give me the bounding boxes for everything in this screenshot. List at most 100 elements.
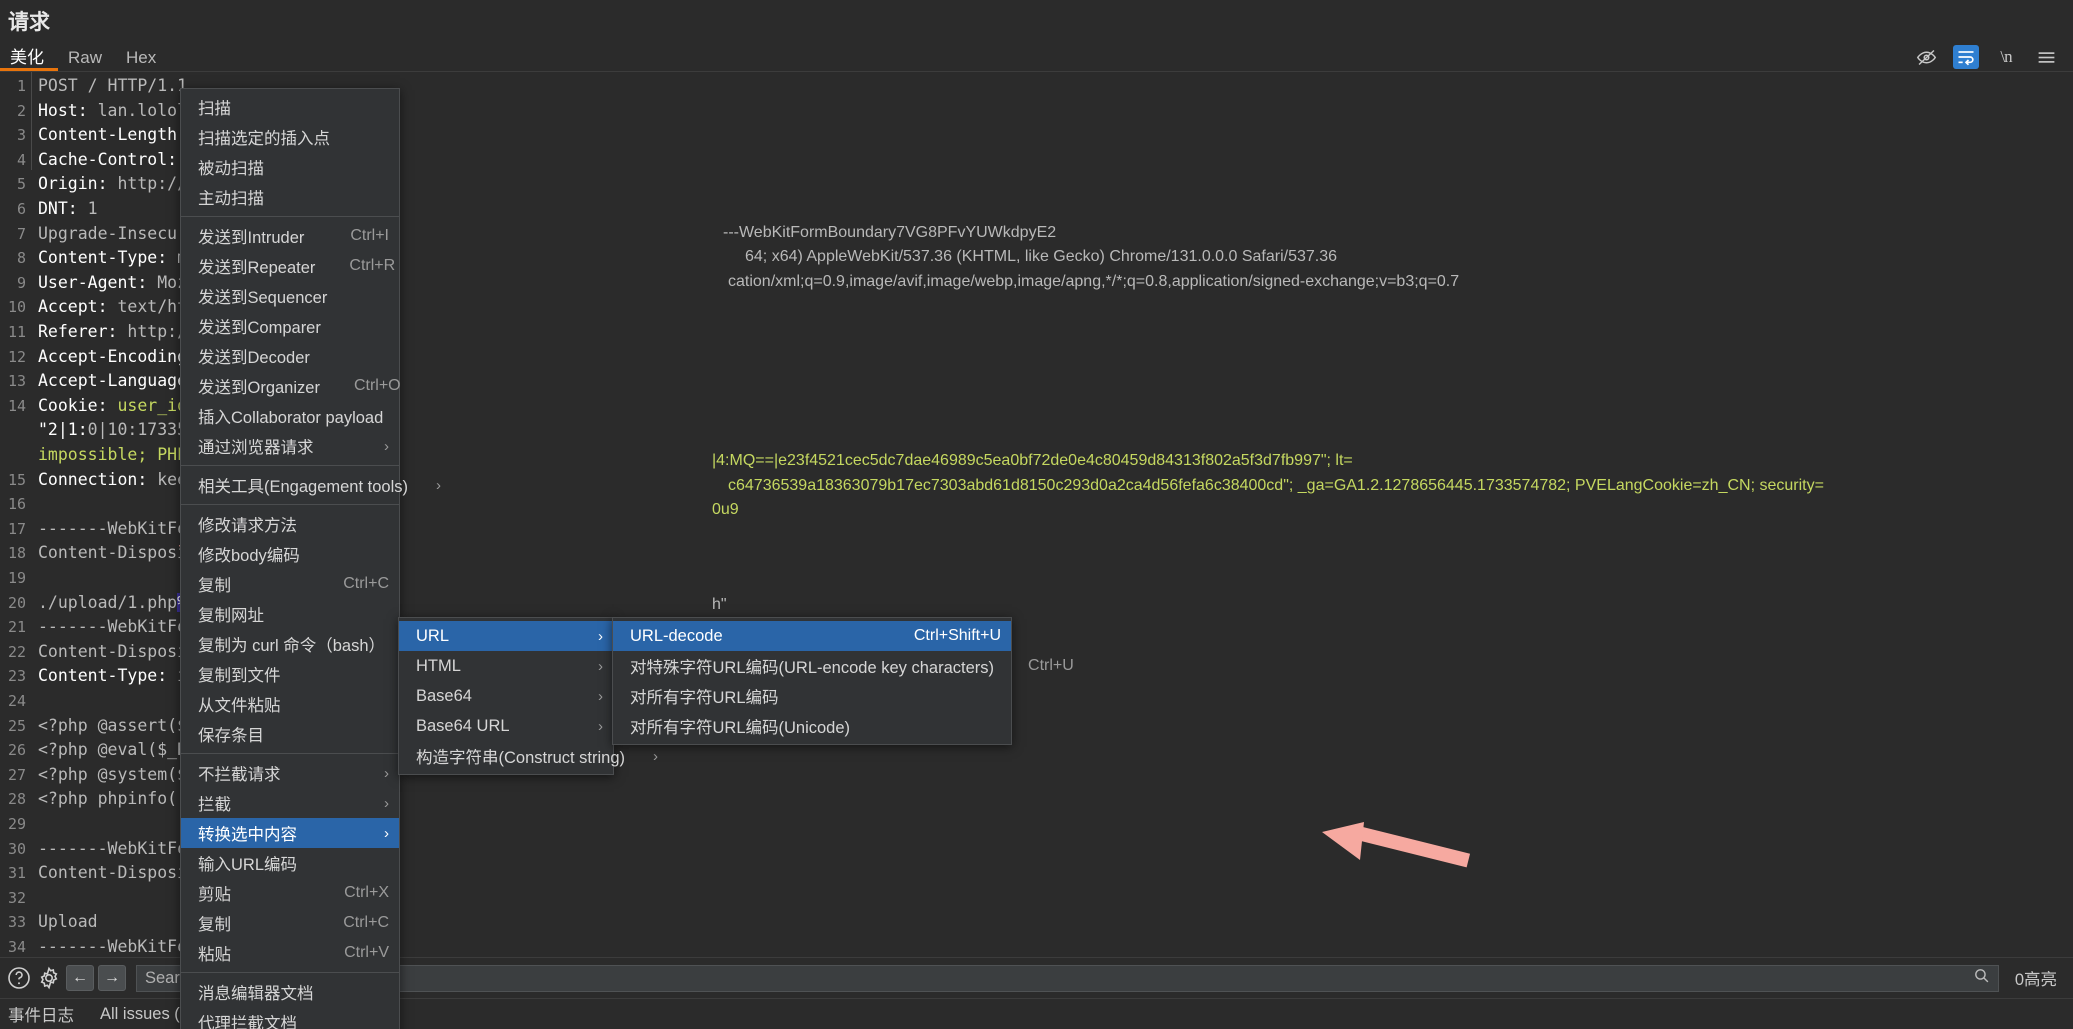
line-number: 22 bbox=[0, 640, 26, 665]
menu-convert-item[interactable]: Base64 URL› bbox=[399, 711, 613, 741]
menu-main-item[interactable]: 主动扫描 bbox=[181, 182, 399, 212]
menu-main-item[interactable]: 复制Ctrl+C bbox=[181, 569, 399, 599]
menu-main-item[interactable]: 代理拦截文档 bbox=[181, 1007, 399, 1029]
header-name: Host: bbox=[38, 101, 88, 120]
menu-main-item[interactable]: 发送到Decoder bbox=[181, 341, 399, 371]
bottombar-item-event-log[interactable]: 事件日志 bbox=[8, 1002, 74, 1026]
menu-main-item[interactable]: 不拦截请求› bbox=[181, 758, 399, 788]
menu-main-item-label: 相关工具(Engagement tools) bbox=[198, 473, 408, 497]
code-fragment-cookie-2: c64736539a18363079b17ec7303abd61d8150c29… bbox=[728, 477, 1824, 495]
menu-main-item[interactable]: 发送到RepeaterCtrl+R bbox=[181, 251, 399, 281]
menu-item-shortcut: Ctrl+Shift+U bbox=[880, 627, 1001, 645]
menu-item-shortcut: Ctrl+U bbox=[994, 657, 1074, 675]
menu-url-item[interactable]: 对特殊字符URL编码(URL-encode key characters)Ctr… bbox=[613, 651, 1011, 681]
menu-url-item-label: 对特殊字符URL编码(URL-encode key characters) bbox=[630, 654, 994, 678]
menu-separator bbox=[181, 753, 399, 754]
menu-separator bbox=[181, 465, 399, 466]
menu-main-item-label: 发送到Repeater bbox=[198, 254, 315, 278]
tab-beautify[interactable]: 美化 bbox=[0, 49, 58, 71]
menu-main-item[interactable]: 粘贴Ctrl+V bbox=[181, 938, 399, 968]
menu-convert-item[interactable]: 构造字符串(Construct string)› bbox=[399, 741, 613, 771]
menu-main-item-label: 粘贴 bbox=[198, 941, 231, 965]
menu-separator bbox=[181, 216, 399, 217]
header-name: Content-Type: bbox=[38, 248, 167, 267]
tab-raw[interactable]: Raw bbox=[58, 49, 116, 71]
context-submenu-convert[interactable]: URL›HTML›Base64›Base64 URL›构造字符串(Constru… bbox=[398, 617, 614, 775]
menu-main-item-label: 输入URL编码 bbox=[198, 851, 297, 875]
menu-main-item[interactable]: 转换选中内容› bbox=[181, 818, 399, 848]
menu-main-item[interactable]: 修改请求方法 bbox=[181, 509, 399, 539]
highlight-count: 0高亮 bbox=[2005, 966, 2067, 990]
context-submenu-url[interactable]: URL-decodeCtrl+Shift+U对特殊字符URL编码(URL-enc… bbox=[612, 617, 1012, 745]
menu-main-item[interactable]: 剪贴Ctrl+X bbox=[181, 878, 399, 908]
forward-button[interactable]: → bbox=[98, 965, 126, 991]
menu-main-item-label: 发送到Decoder bbox=[198, 344, 310, 368]
menu-main-item-label: 发送到Organizer bbox=[198, 374, 320, 398]
menu-main-item[interactable]: 发送到Sequencer bbox=[181, 281, 399, 311]
menu-main-item-label: 通过浏览器请求 bbox=[198, 434, 314, 458]
menu-main-item-label: 发送到Intruder bbox=[198, 224, 304, 248]
menu-main-item[interactable]: 发送到Comparer bbox=[181, 311, 399, 341]
page-title: 请求 bbox=[8, 6, 50, 36]
menu-main-item[interactable]: 复制为 curl 命令（bash） bbox=[181, 629, 399, 659]
code-line[interactable]: Upload bbox=[38, 910, 98, 935]
hamburger-menu-icon[interactable] bbox=[2033, 45, 2059, 69]
menu-main-item[interactable]: 通过浏览器请求› bbox=[181, 431, 399, 461]
menu-main-item[interactable]: 保存条目 bbox=[181, 719, 399, 749]
header-name: Content-Length: bbox=[38, 125, 187, 144]
show-newlines-icon[interactable]: \n bbox=[1993, 45, 2019, 69]
tab-hex[interactable]: Hex bbox=[116, 49, 170, 71]
menu-convert-item[interactable]: URL› bbox=[399, 621, 613, 651]
menu-main-item-label: 剪贴 bbox=[198, 881, 231, 905]
chevron-right-icon: › bbox=[625, 748, 658, 765]
line-number: 33 bbox=[0, 910, 26, 935]
back-button[interactable]: ← bbox=[66, 965, 94, 991]
help-icon[interactable] bbox=[6, 965, 32, 991]
menu-main-item[interactable]: 插入Collaborator payload bbox=[181, 401, 399, 431]
search-icon[interactable] bbox=[1973, 967, 1990, 989]
code-fragment-cookie-3: 0u9 bbox=[712, 501, 739, 519]
header-name: Accept-Encoding: bbox=[38, 347, 197, 366]
menu-main-item-label: 复制网址 bbox=[198, 602, 264, 626]
menu-main-item-label: 修改请求方法 bbox=[198, 512, 297, 536]
line-number: 32 bbox=[0, 886, 26, 911]
search-input[interactable]: Search bbox=[136, 965, 1999, 992]
chevron-right-icon: › bbox=[356, 825, 389, 842]
menu-main-item[interactable]: 从文件粘贴 bbox=[181, 689, 399, 719]
menu-url-item[interactable]: 对所有字符URL编码 bbox=[613, 681, 1011, 711]
menu-main-item[interactable]: 发送到OrganizerCtrl+O bbox=[181, 371, 399, 401]
menu-main-item[interactable]: 扫描选定的插入点 bbox=[181, 122, 399, 152]
panel-header: 请求 bbox=[0, 0, 2073, 42]
line-number: 20 bbox=[0, 591, 26, 616]
eye-off-icon[interactable] bbox=[1913, 45, 1939, 69]
menu-main-item[interactable]: 扫描 bbox=[181, 92, 399, 122]
menu-main-item[interactable]: 消息编辑器文档 bbox=[181, 977, 399, 1007]
menu-convert-item[interactable]: HTML› bbox=[399, 651, 613, 681]
menu-main-item[interactable]: 复制到文件 bbox=[181, 659, 399, 689]
header-name: "2|1: bbox=[38, 420, 88, 439]
menu-main-item[interactable]: 被动扫描 bbox=[181, 152, 399, 182]
header-name: Connection: bbox=[38, 470, 147, 489]
menu-main-item-label: 复制为 curl 命令（bash） bbox=[198, 632, 385, 656]
menu-convert-item[interactable]: Base64› bbox=[399, 681, 613, 711]
code-line[interactable]: DNT: 1 bbox=[38, 197, 98, 222]
line-number: 15 bbox=[0, 468, 26, 493]
menu-main-item[interactable]: 输入URL编码 bbox=[181, 848, 399, 878]
word-wrap-icon[interactable] bbox=[1953, 45, 1979, 69]
menu-url-item[interactable]: 对所有字符URL编码(Unicode) bbox=[613, 711, 1011, 741]
menu-main-item-label: 主动扫描 bbox=[198, 185, 264, 209]
menu-url-item[interactable]: URL-decodeCtrl+Shift+U bbox=[613, 621, 1011, 651]
menu-main-item[interactable]: 修改body编码 bbox=[181, 539, 399, 569]
chevron-right-icon: › bbox=[408, 477, 441, 494]
chevron-right-icon: › bbox=[570, 658, 603, 675]
menu-main-item[interactable]: 发送到IntruderCtrl+I bbox=[181, 221, 399, 251]
line-number: 18 bbox=[0, 541, 26, 566]
menu-main-item[interactable]: 相关工具(Engagement tools)› bbox=[181, 470, 399, 500]
context-menu-main[interactable]: 扫描扫描选定的插入点被动扫描主动扫描发送到IntruderCtrl+I发送到Re… bbox=[180, 88, 400, 1029]
menu-main-item[interactable]: 复制网址 bbox=[181, 599, 399, 629]
line-number: 14 bbox=[0, 394, 26, 419]
menu-main-item[interactable]: 拦截› bbox=[181, 788, 399, 818]
menu-main-item[interactable]: 复制Ctrl+C bbox=[181, 908, 399, 938]
gear-icon[interactable] bbox=[36, 965, 62, 991]
code-line[interactable]: POST / HTTP/1.1 bbox=[38, 74, 187, 99]
